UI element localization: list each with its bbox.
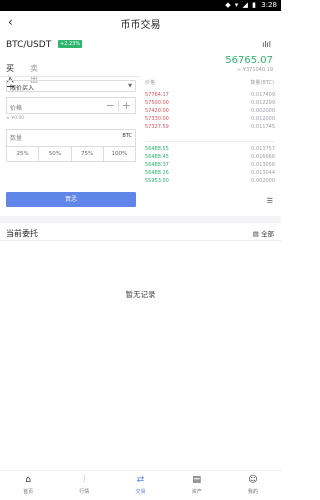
orders-title: 当前委托 bbox=[6, 229, 38, 238]
bid-row[interactable]: 56488.55 0.013757 bbox=[145, 146, 275, 153]
ask-price: 57327.59 bbox=[145, 124, 169, 130]
orders-divider bbox=[0, 240, 281, 241]
bid-price: 56488.45 bbox=[145, 154, 169, 160]
order-type-value: 限价买入 bbox=[10, 85, 35, 92]
nav-label: 交易 bbox=[135, 489, 146, 495]
ask-price: 57330.00 bbox=[145, 116, 169, 122]
orderbook-header-qty: 数量(BTC) bbox=[250, 80, 274, 86]
plus-icon[interactable]: + bbox=[122, 99, 131, 112]
bid-row[interactable]: 56488.45 0.016666 bbox=[145, 154, 275, 161]
ask-price: 57420.00 bbox=[145, 108, 169, 114]
percent-75-button[interactable]: 75% bbox=[72, 147, 104, 161]
bid-price: 56488.55 bbox=[145, 146, 169, 152]
bid-price: 55953.00 bbox=[145, 178, 169, 184]
wallet-icon: ▤ bbox=[192, 475, 201, 485]
nav-label: 首页 bbox=[23, 489, 34, 495]
status-bar: ◆ ▾ ◢ ▮ 3:28 bbox=[0, 0, 281, 11]
nav-market[interactable]: ⫶ 行情 bbox=[56, 471, 112, 500]
bid-row[interactable]: 56488.37 0.013056 bbox=[145, 162, 275, 169]
orders-all-button[interactable]: ▤ 全部 bbox=[253, 228, 274, 238]
orderbook-divider bbox=[145, 141, 275, 142]
ask-qty: 0.011745 bbox=[251, 124, 275, 130]
status-icons: ◆ ▾ ◢ ▮ bbox=[225, 1, 257, 9]
caret-down-icon: ▼ bbox=[128, 83, 132, 89]
top-header: ‹ 币币交易 bbox=[0, 11, 281, 35]
nav-assets[interactable]: ▤ 资产 bbox=[169, 471, 225, 500]
last-price: 56765.07 bbox=[225, 55, 273, 66]
home-icon: ⌂ bbox=[25, 475, 31, 485]
tab-divider bbox=[0, 76, 140, 77]
price-input[interactable]: 价格 − + bbox=[6, 97, 136, 114]
quantity-unit: BTC bbox=[122, 133, 132, 139]
ask-row[interactable]: 57327.59 0.011745 bbox=[145, 124, 275, 131]
bid-qty: 0.013056 bbox=[251, 162, 275, 168]
bid-price: 56488.26 bbox=[145, 170, 169, 176]
ask-row[interactable]: 57420.00 0.002000 bbox=[145, 108, 275, 115]
user-icon: ☺ bbox=[248, 475, 258, 485]
change-badge: +2.23% bbox=[58, 40, 83, 48]
ask-row[interactable]: 57500.00 0.012299 bbox=[145, 100, 275, 107]
depth-menu-icon[interactable]: ☰ bbox=[267, 197, 273, 205]
bid-row[interactable]: 55953.00 0.002000 bbox=[145, 178, 275, 185]
bid-price: 56488.37 bbox=[145, 162, 169, 168]
ask-qty: 0.017409 bbox=[251, 92, 275, 98]
ask-row[interactable]: 57330.00 0.012000 bbox=[145, 116, 275, 123]
quantity-label: 数量 bbox=[10, 135, 23, 142]
nav-profile[interactable]: ☺ 我的 bbox=[225, 471, 281, 500]
list-icon: ▤ bbox=[252, 230, 261, 238]
bottom-nav: ⌂ 首页 ⫶ 行情 ⇄ 交易 ▤ 资产 ☺ 我的 bbox=[0, 470, 281, 500]
order-type-select[interactable]: 限价买入 ▼ bbox=[6, 80, 136, 92]
bid-qty: 0.002000 bbox=[251, 178, 275, 184]
ask-price: 57764.17 bbox=[145, 92, 169, 98]
bid-qty: 0.013044 bbox=[251, 170, 275, 176]
quantity-field[interactable]: 数量 BTC 25% 50% 75% 100% bbox=[6, 129, 136, 162]
section-gap bbox=[0, 216, 281, 223]
market-icon: ⫶ bbox=[83, 475, 86, 485]
percent-50-button[interactable]: 50% bbox=[39, 147, 72, 161]
ask-qty: 0.002000 bbox=[251, 108, 275, 114]
ask-row[interactable]: 57764.17 0.017409 bbox=[145, 92, 275, 99]
pair-name[interactable]: BTC/USDT bbox=[6, 40, 51, 50]
status-time: 3:28 bbox=[261, 1, 277, 9]
buy-button[interactable]: 買孞 bbox=[6, 192, 136, 207]
price-approx: ≈ ¥0.00 bbox=[6, 116, 25, 121]
percent-100-button[interactable]: 100% bbox=[104, 147, 135, 161]
orderbook-header-price: 价格 bbox=[145, 80, 156, 86]
candle-chart-icon[interactable]: ılıl bbox=[262, 40, 271, 49]
bid-qty: 0.016666 bbox=[251, 154, 275, 160]
nav-trade[interactable]: ⇄ 交易 bbox=[112, 471, 168, 500]
ask-qty: 0.012000 bbox=[251, 116, 275, 122]
price-placeholder: 价格 bbox=[10, 105, 23, 112]
percent-selector: 25% 50% 75% 100% bbox=[7, 146, 135, 161]
stepper-separator bbox=[118, 101, 119, 111]
nav-label: 行情 bbox=[79, 489, 90, 495]
ask-price: 57500.00 bbox=[145, 100, 169, 106]
last-price-approx: ≈ ¥371040.19 bbox=[237, 67, 273, 73]
trade-icon: ⇄ bbox=[136, 475, 145, 485]
empty-state: 暂无记录 bbox=[125, 290, 156, 299]
minus-icon[interactable]: − bbox=[106, 99, 115, 112]
orders-all-label: 全部 bbox=[261, 230, 274, 238]
nav-label: 我的 bbox=[247, 489, 258, 495]
bid-row[interactable]: 56488.26 0.013044 bbox=[145, 170, 275, 177]
nav-label: 资产 bbox=[191, 489, 202, 495]
percent-25-button[interactable]: 25% bbox=[7, 147, 40, 161]
nav-home[interactable]: ⌂ 首页 bbox=[0, 471, 56, 500]
bid-qty: 0.013757 bbox=[251, 146, 275, 152]
ask-qty: 0.012299 bbox=[251, 100, 275, 106]
page-title: 币币交易 bbox=[120, 20, 161, 31]
